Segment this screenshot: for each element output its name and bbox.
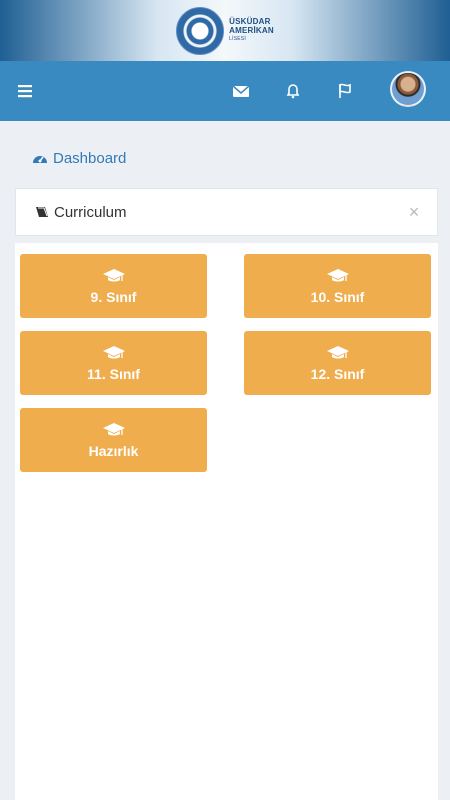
panel-title: Curriculum: [54, 203, 127, 221]
grade-button-10[interactable]: 10. Sınıf: [244, 254, 431, 318]
school-name-line2: AMERİKAN: [229, 26, 274, 35]
envelope-icon-glyph: [232, 85, 250, 97]
graduation-cap-icon: [326, 345, 349, 358]
grade-button-9[interactable]: 9. Sınıf: [20, 254, 207, 318]
bell-icon[interactable]: [281, 79, 305, 103]
avatar[interactable]: [390, 71, 426, 107]
top-navbar: [0, 61, 450, 121]
graduation-cap-icon: [102, 345, 125, 358]
school-seal-icon: [176, 6, 225, 55]
curriculum-panel-header: Curriculum ×: [15, 188, 438, 236]
flag-icon-glyph: [339, 83, 351, 98]
breadcrumb[interactable]: Dashboard: [31, 148, 126, 168]
school-logo: ÜSKÜDAR AMERİKAN LİSESİ: [176, 6, 274, 55]
graduation-cap-icon: [326, 268, 349, 281]
curriculum-panel-body: 9. Sınıf 10. Sınıf 11. Sınıf 12. Sınıf H…: [15, 243, 438, 800]
grade-label: 11. Sınıf: [87, 365, 140, 382]
grade-label: 12. Sınıf: [310, 365, 365, 382]
school-name-line1: ÜSKÜDAR: [229, 17, 271, 26]
grade-button-12[interactable]: 12. Sınıf: [244, 331, 431, 395]
envelope-icon[interactable]: [229, 79, 253, 103]
dashboard-icon: [33, 156, 47, 163]
grade-label: 9. Sınıf: [90, 288, 137, 305]
grade-button-hazirlik[interactable]: Hazırlık: [20, 408, 207, 472]
menu-icon[interactable]: [15, 79, 39, 103]
grade-label: Hazırlık: [88, 442, 139, 459]
close-icon[interactable]: ×: [405, 202, 423, 222]
graduation-cap-icon: [102, 422, 125, 435]
panel-title-wrapper: Curriculum: [34, 204, 127, 221]
bell-icon-glyph: [286, 84, 300, 99]
book-icon: [36, 207, 48, 217]
grade-button-11[interactable]: 11. Sınıf: [20, 331, 207, 395]
grade-label: 10. Sınıf: [310, 288, 365, 305]
brand-banner: ÜSKÜDAR AMERİKAN LİSESİ: [0, 0, 450, 61]
graduation-cap-icon: [102, 268, 125, 281]
school-name-line3: LİSESİ: [229, 36, 246, 42]
flag-icon[interactable]: [333, 79, 357, 103]
school-name: ÜSKÜDAR AMERİKAN LİSESİ: [229, 17, 274, 44]
menu-icon-glyph: [18, 85, 32, 98]
breadcrumb-label: Dashboard: [53, 149, 127, 167]
